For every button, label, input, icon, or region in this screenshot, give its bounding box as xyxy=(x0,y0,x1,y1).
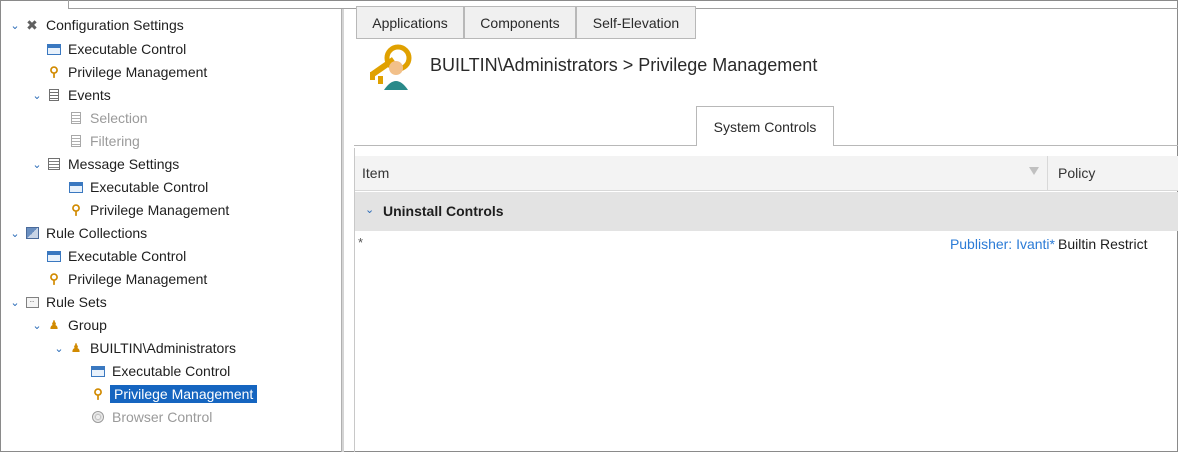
privilege-management-icon: ⚲ xyxy=(93,386,103,401)
executable-control-icon xyxy=(69,181,83,193)
tree-item-label: Message Settings xyxy=(68,156,180,172)
tree-item-privilege-management[interactable]: ⚲ Privilege Management xyxy=(46,268,207,290)
tree-item-privilege-management-selected[interactable]: ⚲ Privilege Management xyxy=(90,383,258,405)
chevron-down-icon[interactable]: ⌄ xyxy=(30,89,44,102)
chevron-down-icon[interactable]: ⌄ xyxy=(365,203,374,216)
chevron-down-icon[interactable]: ⌄ xyxy=(52,342,66,355)
tree-item-label: Events xyxy=(68,87,111,103)
tree-item-rule-collections[interactable]: ⌄ Rule Collections xyxy=(8,222,147,244)
tools-icon: ✖ xyxy=(26,16,38,33)
tree-item-executable-control[interactable]: Executable Control xyxy=(90,360,230,382)
tab-label: System Controls xyxy=(713,118,817,135)
tree-item-filtering[interactable]: Filtering xyxy=(68,130,140,152)
tree-item-label: Privilege Management xyxy=(68,271,208,287)
tab-components[interactable]: Components xyxy=(464,6,576,39)
tree-item-label: Rule Collections xyxy=(46,225,148,241)
column-header-row: Item Policy xyxy=(355,156,1178,191)
privilege-management-icon: ⚲ xyxy=(49,64,59,79)
system-controls-grid: Item Policy ⌄ Uninstall Controls * Publi… xyxy=(354,148,1178,452)
tab-self-elevation[interactable]: Self-Elevation xyxy=(576,6,696,39)
tree-item-group[interactable]: ⌄ ♟ Group xyxy=(30,314,107,336)
top-tab-stub xyxy=(0,0,69,9)
tree-item-label: Rule Sets xyxy=(46,294,107,310)
tree-item-label: Executable Control xyxy=(90,179,209,195)
group-row-uninstall-controls[interactable]: ⌄ Uninstall Controls xyxy=(355,192,1178,231)
tree-item-rule-sets[interactable]: ⌄ ⋅⋅ Rule Sets xyxy=(8,291,107,313)
tree-item-builtin-administrators[interactable]: ⌄ ♟ BUILTIN\Administrators xyxy=(52,337,236,359)
tree-item-executable-control[interactable]: Executable Control xyxy=(68,176,208,198)
column-header-policy[interactable]: Policy xyxy=(1058,165,1095,181)
chevron-down-icon[interactable]: ⌄ xyxy=(30,158,44,171)
tree-item-label: Configuration Settings xyxy=(46,17,184,33)
tree-item-executable-control[interactable]: Executable Control xyxy=(46,38,186,60)
group-icon: ♟ xyxy=(48,318,60,332)
browser-control-icon xyxy=(92,411,104,423)
column-header-item[interactable]: Item xyxy=(362,165,389,181)
executable-control-icon xyxy=(91,365,105,377)
tree-item-privilege-management[interactable]: ⚲ Privilege Management xyxy=(46,61,207,83)
rule-sets-icon: ⋅⋅ xyxy=(25,296,39,308)
privilege-management-icon: ⚲ xyxy=(49,271,59,286)
tree-item-selection[interactable]: Selection xyxy=(68,107,148,129)
document-icon xyxy=(71,112,81,124)
tab-label: Applications xyxy=(372,14,448,31)
document-icon xyxy=(49,89,59,101)
tree-item-label: Group xyxy=(68,317,107,333)
group-label: Uninstall Controls xyxy=(383,203,504,219)
cell-policy: Builtin Restrict xyxy=(1058,236,1148,252)
tree-item-label: Executable Control xyxy=(68,248,187,264)
tab-applications[interactable]: Applications xyxy=(356,6,464,39)
document-icon xyxy=(71,135,81,147)
chevron-down-icon[interactable]: ⌄ xyxy=(8,296,22,309)
table-row[interactable]: * Publisher: Ivanti* Builtin Restrict xyxy=(355,232,1178,256)
filter-icon[interactable] xyxy=(1029,167,1039,175)
message-settings-icon xyxy=(48,158,60,170)
tree-item-label: Executable Control xyxy=(68,41,187,57)
tree-item-events[interactable]: ⌄ Events xyxy=(30,84,111,106)
tree-item-label: Privilege Management xyxy=(90,202,230,218)
tree-item-executable-control[interactable]: Executable Control xyxy=(46,245,186,267)
tree-item-label: Browser Control xyxy=(112,409,213,425)
privilege-management-icon: ⚲ xyxy=(71,202,81,217)
tree-item-label: Selection xyxy=(90,110,148,126)
chevron-down-icon[interactable]: ⌄ xyxy=(30,319,44,332)
tree-item-label: Filtering xyxy=(90,133,140,149)
pane-splitter[interactable] xyxy=(341,9,344,452)
tree-item-message-settings[interactable]: ⌄ Message Settings xyxy=(30,153,179,175)
tab-system-controls[interactable]: System Controls xyxy=(696,106,834,146)
tree-item-label: Privilege Management xyxy=(68,64,208,80)
rule-collections-icon xyxy=(25,227,39,239)
tree-item-privilege-management[interactable]: ⚲ Privilege Management xyxy=(68,199,229,221)
tree-item-label: BUILTIN\Administrators xyxy=(90,340,236,356)
chevron-down-icon[interactable]: ⌄ xyxy=(8,227,22,240)
tree-item-browser-control[interactable]: Browser Control xyxy=(90,406,212,428)
tab-label: Components xyxy=(480,14,560,31)
tab-label: Self-Elevation xyxy=(592,14,680,31)
group-icon: ♟ xyxy=(70,341,82,355)
cell-publisher-link[interactable]: Publisher: Ivanti* xyxy=(950,236,1055,252)
tree-item-configuration-settings[interactable]: ⌄ ✖ Configuration Settings xyxy=(8,14,184,36)
executable-control-icon xyxy=(47,43,61,55)
privilege-management-icon xyxy=(370,44,412,90)
chevron-down-icon[interactable]: ⌄ xyxy=(8,19,22,32)
column-separator[interactable] xyxy=(1047,156,1048,190)
page-title: BUILTIN\Administrators > Privilege Manag… xyxy=(430,55,818,75)
executable-control-icon xyxy=(47,250,61,262)
navigation-tree: ⌄ ✖ Configuration Settings Executable Co… xyxy=(8,14,338,452)
cell-item: * xyxy=(358,235,364,250)
tree-item-label: Privilege Management xyxy=(110,385,258,403)
tree-item-label: Executable Control xyxy=(112,363,231,379)
